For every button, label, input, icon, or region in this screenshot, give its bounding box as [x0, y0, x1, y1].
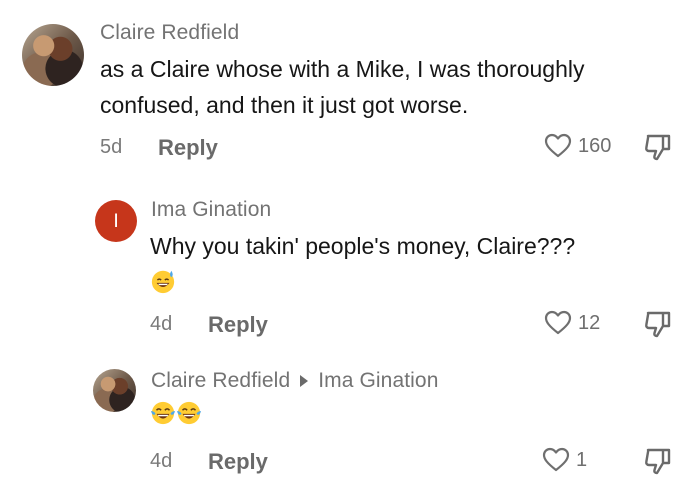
comment-age: 5d	[100, 136, 123, 158]
heart-outline-icon	[544, 133, 572, 158]
heart-outline-icon	[542, 447, 570, 472]
comment-text-line: as a Claire whose with a Mike, I was tho…	[100, 56, 585, 82]
like-count: 1	[576, 448, 588, 471]
dislike-button[interactable]	[643, 446, 673, 481]
comment-username[interactable]: Ima Gination	[151, 198, 271, 222]
like-button[interactable]: 12	[544, 310, 600, 336]
tears-of-joy-emoji	[176, 401, 202, 425]
comment-age: 4d	[150, 313, 173, 335]
comment-age: 4d	[150, 450, 173, 472]
thumbs-down-icon	[645, 311, 671, 338]
like-count: 12	[578, 311, 601, 334]
sweat-smile-emoji	[151, 270, 175, 294]
comment-username[interactable]: Claire Redfield	[100, 21, 239, 45]
dislike-button[interactable]	[643, 132, 673, 167]
like-count: 160	[578, 134, 612, 157]
comments-thread: Claire Redfield as a Claire whose with a…	[0, 0, 700, 491]
thumbs-down-icon	[645, 134, 671, 161]
comment-username: Claire Redfield Ima Gination	[151, 369, 439, 393]
reply-button[interactable]: Reply	[208, 449, 268, 475]
dislike-button[interactable]	[643, 309, 673, 344]
comment-text-line: confused, and then it just got worse.	[100, 92, 469, 118]
reply-button[interactable]: Reply	[208, 312, 268, 338]
author-name[interactable]: Claire Redfield	[151, 369, 290, 393]
comment-text: Why you takin' people's money, Claire???	[150, 233, 576, 259]
like-button[interactable]: 160	[544, 133, 611, 159]
tears-of-joy-emoji	[150, 401, 176, 425]
reply-button[interactable]: Reply	[158, 135, 218, 161]
comment-text: as a Claire whose with a Mike, I was tho…	[100, 51, 690, 123]
emoji-row	[150, 268, 176, 294]
reply-to-name[interactable]: Ima Gination	[318, 369, 438, 393]
avatar[interactable]: I	[95, 200, 137, 242]
like-button[interactable]: 1	[542, 447, 587, 473]
heart-outline-icon	[544, 310, 572, 335]
emoji-row	[150, 400, 202, 426]
thumbs-down-icon	[645, 448, 671, 475]
triangle-right-icon	[300, 375, 309, 387]
avatar[interactable]	[22, 24, 84, 86]
avatar[interactable]	[93, 369, 136, 412]
